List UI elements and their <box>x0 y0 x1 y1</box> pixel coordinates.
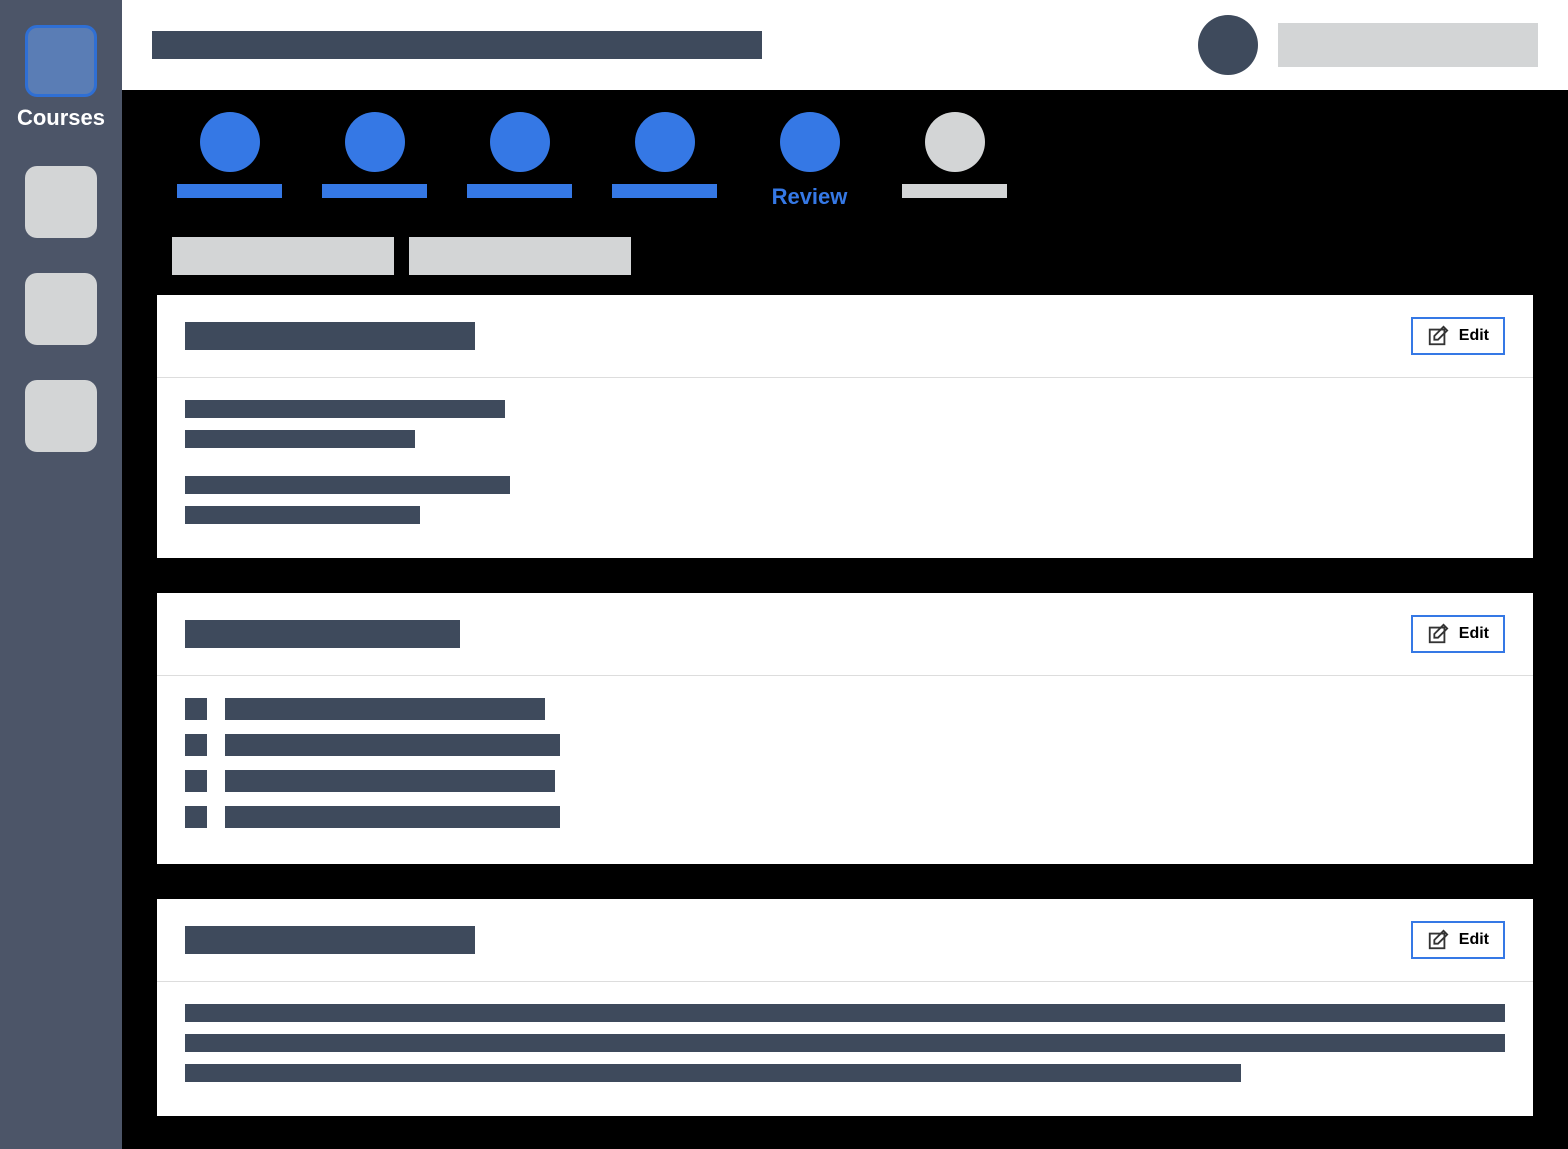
item-number-icon <box>185 698 207 720</box>
sidebar-item-3[interactable] <box>22 273 100 345</box>
step-circle-icon <box>780 112 840 172</box>
content-line <box>185 1034 1505 1052</box>
edit-button-label: Edit <box>1459 931 1489 949</box>
sidebar-icon-2 <box>25 166 97 238</box>
card-body <box>157 378 1533 558</box>
edit-button[interactable]: Edit <box>1411 317 1505 355</box>
card-header: Edit <box>157 295 1533 378</box>
pencil-icon <box>1427 623 1449 645</box>
item-text <box>225 770 555 792</box>
pencil-icon <box>1427 929 1449 951</box>
stepper: Review <box>122 90 1568 225</box>
card-title <box>185 322 475 350</box>
step-label: Review <box>772 184 848 210</box>
step-circle-icon <box>200 112 260 172</box>
item-number-icon <box>185 770 207 792</box>
sidebar-item-courses[interactable]: Courses <box>22 25 100 131</box>
review-card-1: Edit <box>157 295 1533 558</box>
user-name[interactable] <box>1278 23 1538 67</box>
sub-tabs <box>122 225 1568 295</box>
step-review[interactable]: Review <box>752 112 867 210</box>
sub-tab-1[interactable] <box>172 237 394 275</box>
sub-tab-2[interactable] <box>409 237 631 275</box>
card-header: Edit <box>157 899 1533 982</box>
sidebar-icon-3 <box>25 273 97 345</box>
step-2[interactable] <box>317 112 432 210</box>
review-card-3: Edit <box>157 899 1533 1116</box>
card-title <box>185 620 460 648</box>
card-header: Edit <box>157 593 1533 676</box>
item-text <box>225 698 545 720</box>
sidebar: Courses <box>0 0 122 1149</box>
card-title <box>185 926 475 954</box>
step-circle-icon <box>345 112 405 172</box>
page-title <box>152 31 762 59</box>
item-text <box>225 734 560 756</box>
review-card-2: Edit <box>157 593 1533 864</box>
step-label <box>902 184 1007 198</box>
content-line <box>185 1004 1505 1022</box>
list-item <box>185 734 1505 756</box>
content-line <box>185 430 415 448</box>
edit-button-label: Edit <box>1459 327 1489 345</box>
step-6[interactable] <box>897 112 1012 210</box>
step-3[interactable] <box>462 112 577 210</box>
sidebar-item-4[interactable] <box>22 380 100 452</box>
step-4[interactable] <box>607 112 722 210</box>
edit-button[interactable]: Edit <box>1411 615 1505 653</box>
content-line <box>185 400 505 418</box>
item-number-icon <box>185 734 207 756</box>
list-item <box>185 770 1505 792</box>
item-number-icon <box>185 806 207 828</box>
list-item <box>185 806 1505 828</box>
edit-button-label: Edit <box>1459 625 1489 643</box>
sidebar-icon-4 <box>25 380 97 452</box>
step-circle-icon <box>635 112 695 172</box>
sidebar-item-label: Courses <box>17 105 105 131</box>
content-line <box>185 476 510 494</box>
step-label <box>177 184 282 198</box>
header <box>122 0 1568 90</box>
edit-button[interactable]: Edit <box>1411 921 1505 959</box>
card-body <box>157 982 1533 1116</box>
list-item <box>185 698 1505 720</box>
card-body <box>157 676 1533 864</box>
step-1[interactable] <box>172 112 287 210</box>
step-label <box>467 184 572 198</box>
content-line <box>185 1064 1241 1082</box>
content-line <box>185 506 420 524</box>
avatar[interactable] <box>1198 15 1258 75</box>
pencil-icon <box>1427 325 1449 347</box>
step-circle-icon <box>490 112 550 172</box>
item-text <box>225 806 560 828</box>
step-label <box>612 184 717 198</box>
step-label <box>322 184 427 198</box>
sidebar-item-2[interactable] <box>22 166 100 238</box>
step-circle-icon <box>925 112 985 172</box>
main-content: Review Edit <box>122 90 1568 1149</box>
courses-icon <box>25 25 97 97</box>
